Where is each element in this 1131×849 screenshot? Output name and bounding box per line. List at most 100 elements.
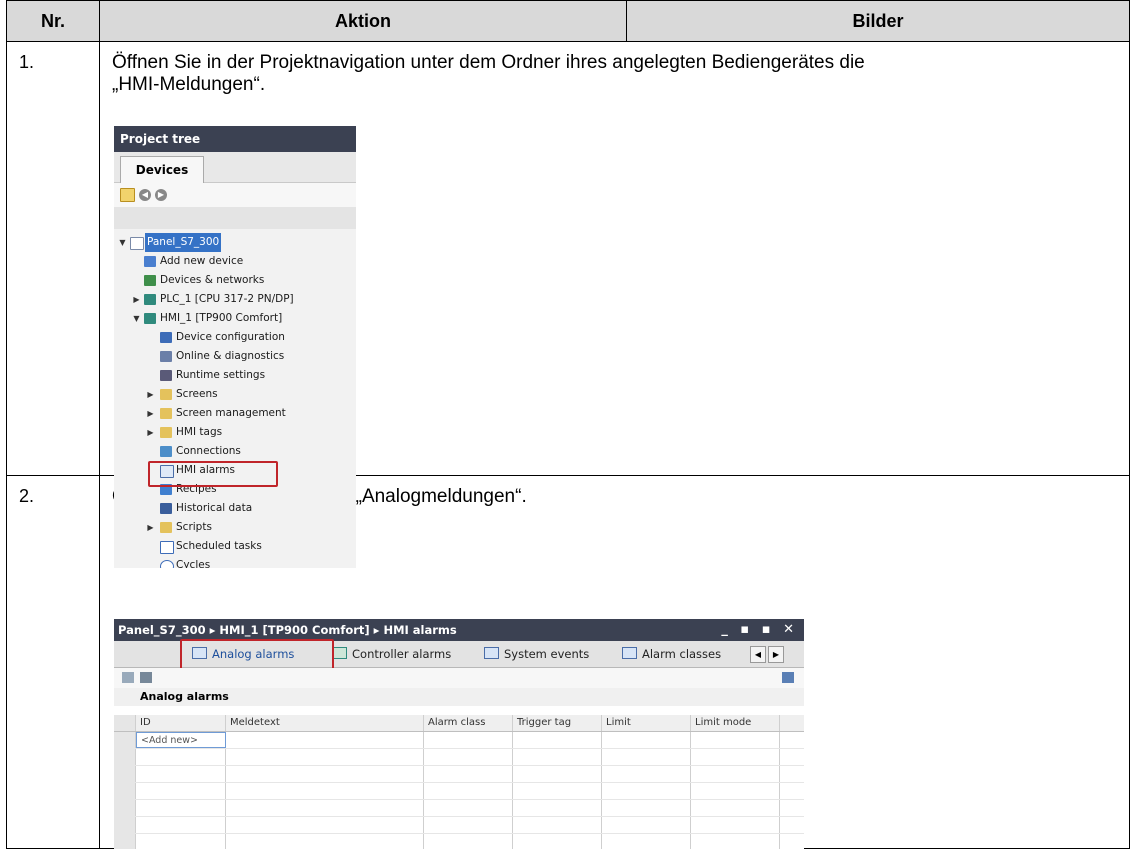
- tree-item-online-diagnostics[interactable]: Online & diagnostics: [114, 347, 356, 366]
- tab-alarm-classes[interactable]: Alarm classes: [622, 644, 721, 665]
- col-trigger-tag[interactable]: Trigger tag: [513, 715, 602, 731]
- table-cell[interactable]: [136, 800, 226, 816]
- table-row[interactable]: [114, 817, 804, 834]
- table-cell[interactable]: [691, 766, 780, 782]
- row-number: 2.: [6, 475, 100, 849]
- tree-item-devices-networks[interactable]: Devices & networks: [114, 271, 356, 290]
- table-row[interactable]: [114, 783, 804, 800]
- tree-item-device-configuration[interactable]: Device configuration: [114, 328, 356, 347]
- table-row[interactable]: [114, 800, 804, 817]
- table-cell[interactable]: [691, 800, 780, 816]
- col-limit-mode[interactable]: Limit mode: [691, 715, 780, 731]
- table-row[interactable]: <Add new>: [114, 732, 804, 749]
- table-cell[interactable]: [424, 783, 513, 799]
- tab-controller-alarms[interactable]: Controller alarms: [332, 644, 451, 665]
- table-cell[interactable]: [602, 834, 691, 849]
- tree-item-panel[interactable]: ▼ Panel_S7_300: [114, 233, 356, 252]
- table-cell[interactable]: [424, 834, 513, 849]
- breadcrumb: Panel_S7_300 ▸ HMI_1 [TP900 Comfort] ▸ H…: [118, 623, 457, 637]
- tab-devices[interactable]: Devices: [120, 156, 204, 183]
- table-cell[interactable]: [691, 749, 780, 765]
- tree-item-screen-management[interactable]: ▶ Screen management: [114, 404, 356, 423]
- tree-item-scripts[interactable]: ▶ Scripts: [114, 518, 356, 537]
- table-row[interactable]: [114, 834, 804, 849]
- table-cell[interactable]: [513, 766, 602, 782]
- tree-item-connections[interactable]: Connections: [114, 442, 356, 461]
- tree-item-cycles[interactable]: Cycles: [114, 556, 356, 568]
- scroll-right-icon[interactable]: ▶: [768, 646, 784, 663]
- col-alarm-class[interactable]: Alarm class: [424, 715, 513, 731]
- table-row[interactable]: [114, 766, 804, 783]
- system-events-icon: [484, 647, 499, 659]
- table-cell[interactable]: [602, 749, 691, 765]
- table-cell[interactable]: [691, 817, 780, 833]
- row-header-cell: [114, 732, 136, 748]
- tree-item-hmi-tags[interactable]: ▶ HMI tags: [114, 423, 356, 442]
- tree-item-plc[interactable]: ▶ PLC_1 [CPU 317-2 PN/DP]: [114, 290, 356, 309]
- new-folder-icon[interactable]: [120, 188, 135, 202]
- tree-item-scheduled-tasks[interactable]: Scheduled tasks: [114, 537, 356, 556]
- table-cell[interactable]: [136, 749, 226, 765]
- table-cell[interactable]: [513, 817, 602, 833]
- tree-item-historical-data[interactable]: Historical data: [114, 499, 356, 518]
- tab-label: Alarm classes: [642, 647, 722, 661]
- table-cell[interactable]: [424, 766, 513, 782]
- table-cell[interactable]: [513, 749, 602, 765]
- table-cell[interactable]: [226, 834, 424, 849]
- expand-right-icon[interactable]: ▶: [146, 385, 155, 404]
- tree-item-add-device[interactable]: Add new device: [114, 252, 356, 271]
- col-id[interactable]: ID: [136, 715, 226, 731]
- expand-down-icon[interactable]: ▼: [132, 309, 141, 328]
- table-cell[interactable]: [136, 834, 226, 849]
- table-cell[interactable]: [424, 749, 513, 765]
- col-meldetext[interactable]: Meldetext: [226, 715, 424, 731]
- table-cell[interactable]: [513, 834, 602, 849]
- table-cell[interactable]: [136, 817, 226, 833]
- tree-item-hmi[interactable]: ▼ HMI_1 [TP900 Comfort]: [114, 309, 356, 328]
- table-cell[interactable]: [602, 817, 691, 833]
- table-cell[interactable]: [602, 783, 691, 799]
- forward-icon[interactable]: ▶: [155, 189, 167, 201]
- table-cell[interactable]: [226, 749, 424, 765]
- expand-right-icon[interactable]: ▶: [146, 423, 155, 442]
- table-cell[interactable]: [226, 766, 424, 782]
- table-cell[interactable]: [602, 766, 691, 782]
- table-cell[interactable]: [226, 732, 424, 748]
- back-icon[interactable]: ◀: [139, 189, 151, 201]
- import-icon[interactable]: [122, 672, 134, 683]
- col-limit[interactable]: Limit: [602, 715, 691, 731]
- table-cell[interactable]: [424, 800, 513, 816]
- table-cell[interactable]: [424, 817, 513, 833]
- expand-right-icon[interactable]: ▶: [132, 290, 141, 309]
- table-cell[interactable]: [136, 766, 226, 782]
- table-cell[interactable]: [226, 817, 424, 833]
- tree-item-screens[interactable]: ▶ Screens: [114, 385, 356, 404]
- export-icon[interactable]: [140, 672, 152, 683]
- cycles-icon: [160, 560, 174, 568]
- tree-item-label: Historical data: [176, 502, 253, 514]
- expand-down-icon[interactable]: ▼: [118, 233, 127, 252]
- table-cell[interactable]: [424, 732, 513, 748]
- table-cell[interactable]: [226, 783, 424, 799]
- table-cell[interactable]: [136, 783, 226, 799]
- table-row[interactable]: [114, 749, 804, 766]
- plc-icon: [332, 647, 347, 659]
- expand-right-icon[interactable]: ▶: [146, 404, 155, 423]
- tree-item-runtime-settings[interactable]: Runtime settings: [114, 366, 356, 385]
- options-icon[interactable]: [782, 672, 794, 683]
- table-cell[interactable]: [602, 800, 691, 816]
- expand-right-icon[interactable]: ▶: [146, 518, 155, 537]
- table-cell[interactable]: [602, 732, 691, 748]
- table-cell[interactable]: [513, 783, 602, 799]
- row-header-cell: [114, 783, 136, 799]
- scroll-left-icon[interactable]: ◀: [750, 646, 766, 663]
- table-cell[interactable]: [691, 834, 780, 849]
- window-buttons[interactable]: _ ▪ ▪ ✕: [721, 619, 798, 641]
- add-new-cell[interactable]: <Add new>: [136, 732, 226, 748]
- tab-system-events[interactable]: System events: [484, 644, 589, 665]
- table-cell[interactable]: [691, 783, 780, 799]
- table-cell[interactable]: [513, 732, 602, 748]
- table-cell[interactable]: [226, 800, 424, 816]
- table-cell[interactable]: [513, 800, 602, 816]
- table-cell[interactable]: [691, 732, 780, 748]
